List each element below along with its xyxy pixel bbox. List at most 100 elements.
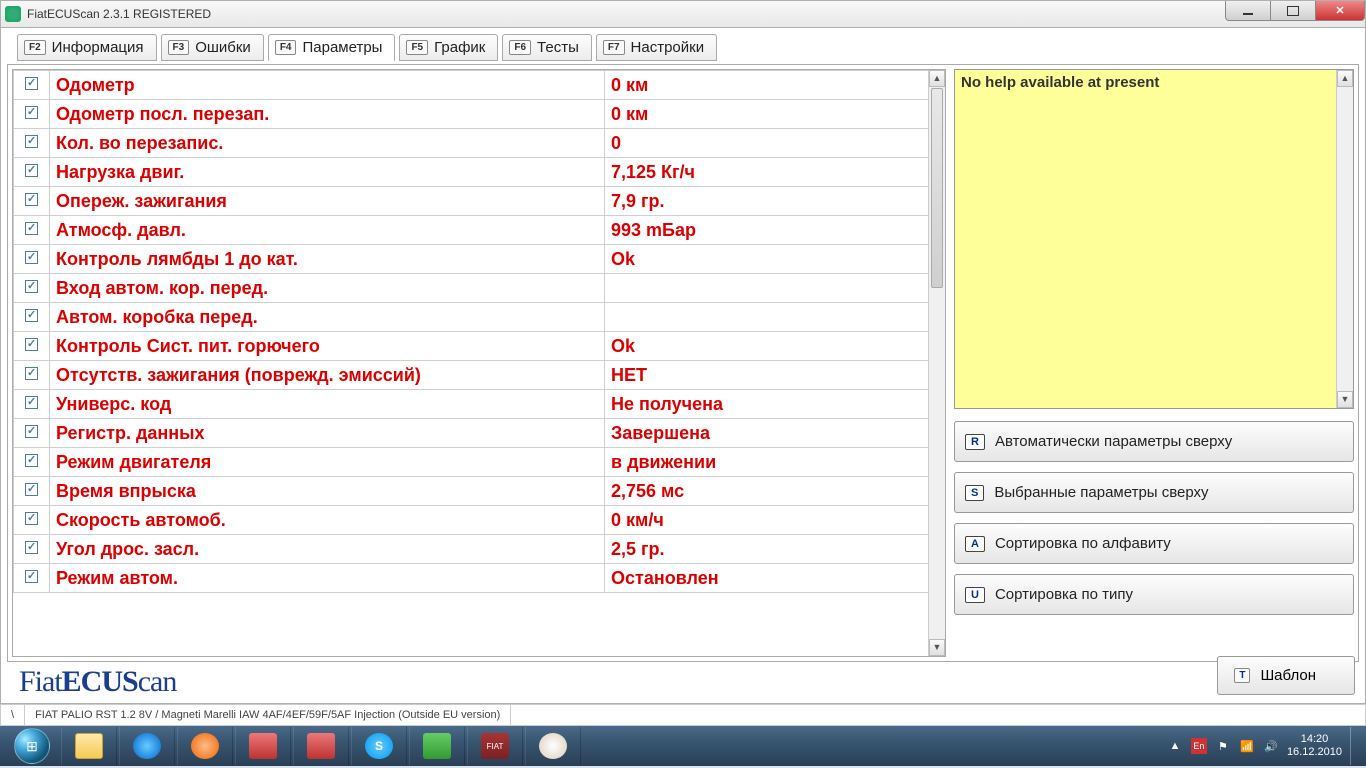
checkbox-icon[interactable]	[25, 164, 38, 177]
parameter-row[interactable]: Автом. коробка перед.	[14, 303, 945, 332]
checkbox-icon[interactable]	[25, 251, 38, 264]
parameter-row[interactable]: Режим двигателяв движении	[14, 448, 945, 477]
button-label: Сортировка по алфавиту	[995, 535, 1171, 552]
parameter-value: 0 км/ч	[605, 506, 945, 535]
start-button[interactable]: ⊞	[4, 726, 60, 766]
parameter-row[interactable]: Универс. кодНе получена	[14, 390, 945, 419]
parameter-name: Вход автом. кор. перед.	[50, 274, 605, 303]
tray-chevron-up-icon[interactable]: ▲	[1167, 738, 1183, 754]
windows-logo-icon: ⊞	[14, 728, 50, 764]
parameter-name: Режим двигателя	[50, 448, 605, 477]
tab-label: Тесты	[537, 39, 579, 56]
checkbox-icon[interactable]	[25, 222, 38, 235]
tray-clock[interactable]: 14:20 16.12.2010	[1287, 733, 1342, 759]
button-label: Сортировка по типу	[995, 586, 1133, 603]
parameter-row[interactable]: Одометр0 км	[14, 71, 945, 100]
taskbar-mediaplayer[interactable]	[177, 727, 233, 765]
checkbox-icon[interactable]	[25, 193, 38, 206]
scroll-up-icon[interactable]: ▲	[929, 70, 945, 87]
parameter-value: 993 mБар	[605, 216, 945, 245]
parameter-row[interactable]: Опереж. зажигания7,9 гр.	[14, 187, 945, 216]
parameter-row[interactable]: Вход автом. кор. перед.	[14, 274, 945, 303]
parameter-row[interactable]: Контроль Сист. пит. горючегоOk	[14, 332, 945, 361]
scroll-thumb[interactable]	[931, 88, 943, 288]
taskbar-skype[interactable]: S	[351, 727, 407, 765]
parameter-name: Режим автом.	[50, 564, 605, 593]
parameter-row[interactable]: Атмосф. давл.993 mБар	[14, 216, 945, 245]
status-bar: \ FIAT PALIO RST 1.2 8V / Magneti Marell…	[0, 704, 1366, 726]
status-vehicle: FIAT PALIO RST 1.2 8V / Magneti Marelli …	[25, 705, 511, 725]
sort-alpha-button[interactable]: A Сортировка по алфавиту	[954, 523, 1354, 564]
checkbox-icon[interactable]	[25, 570, 38, 583]
parameter-row[interactable]: Угол дрос. засл.2,5 гр.	[14, 535, 945, 564]
scroll-down-icon[interactable]: ▼	[1337, 391, 1353, 408]
tray-flag-icon[interactable]: ⚑	[1215, 738, 1231, 754]
show-desktop-button[interactable]	[1350, 727, 1360, 765]
checkbox-icon[interactable]	[25, 454, 38, 467]
parameter-value: НЕТ	[605, 361, 945, 390]
table-scrollbar[interactable]: ▲ ▼	[928, 70, 945, 656]
parameter-row[interactable]: Отсутств. зажигания (поврежд. эмиссий)НЕ…	[14, 361, 945, 390]
selected-params-top-button[interactable]: S Выбранные параметры сверху	[954, 472, 1354, 513]
parameter-row[interactable]: Контроль лямбды 1 до кат.Ok	[14, 245, 945, 274]
template-button[interactable]: T Шаблон	[1217, 656, 1355, 695]
fkey-label: F2	[24, 40, 46, 55]
parameter-row[interactable]: Нагрузка двиг.7,125 Кг/ч	[14, 158, 945, 187]
parameter-row[interactable]: Одометр посл. перезап.0 км	[14, 100, 945, 129]
parameter-row[interactable]: Регистр. данныхЗавершена	[14, 419, 945, 448]
parameter-row[interactable]: Время впрыска2,756 мс	[14, 477, 945, 506]
hotkey-label: U	[965, 587, 985, 603]
tray-lang-indicator[interactable]: En	[1191, 738, 1207, 754]
minimize-button[interactable]	[1225, 1, 1271, 21]
taskbar-explorer[interactable]	[61, 727, 117, 765]
parameter-name: Время впрыска	[50, 477, 605, 506]
close-button[interactable]: ✕	[1315, 1, 1365, 21]
checkbox-icon[interactable]	[25, 367, 38, 380]
checkbox-icon[interactable]	[25, 77, 38, 90]
tab-parameters[interactable]: F4 Параметры	[268, 34, 396, 61]
parameter-value: 2,756 мс	[605, 477, 945, 506]
auto-params-top-button[interactable]: R Автоматически параметры сверху	[954, 421, 1354, 462]
checkbox-icon[interactable]	[25, 512, 38, 525]
parameter-row[interactable]: Режим автом.Остановлен	[14, 564, 945, 593]
help-scrollbar[interactable]: ▲ ▼	[1336, 70, 1353, 408]
taskbar-toolbox1[interactable]	[235, 727, 291, 765]
parameter-name: Кол. во перезапис.	[50, 129, 605, 158]
tab-info[interactable]: F2 Информация	[17, 34, 157, 61]
tab-tests[interactable]: F6 Тесты	[502, 34, 592, 61]
parameter-name: Скорость автомоб.	[50, 506, 605, 535]
taskbar-fiat[interactable]: FIAT	[467, 727, 523, 765]
checkbox-icon[interactable]	[25, 541, 38, 554]
tab-settings[interactable]: F7 Настройки	[596, 34, 717, 61]
parameter-name: Нагрузка двиг.	[50, 158, 605, 187]
checkbox-icon[interactable]	[25, 396, 38, 409]
taskbar-toolbox2[interactable]	[293, 727, 349, 765]
tab-graph[interactable]: F5 График	[399, 34, 498, 61]
scroll-up-icon[interactable]: ▲	[1337, 70, 1353, 87]
checkbox-icon[interactable]	[25, 135, 38, 148]
taskbar-app1[interactable]	[409, 727, 465, 765]
checkbox-icon[interactable]	[25, 425, 38, 438]
tab-label: Настройки	[631, 39, 705, 56]
scroll-down-icon[interactable]: ▼	[929, 639, 945, 656]
taskbar-paint[interactable]	[525, 727, 581, 765]
taskbar-ie[interactable]	[119, 727, 175, 765]
maximize-button[interactable]	[1270, 1, 1316, 21]
tray-network-icon[interactable]: 📶	[1239, 738, 1255, 754]
sort-type-button[interactable]: U Сортировка по типу	[954, 574, 1354, 615]
hotkey-label: R	[965, 434, 985, 450]
parameters-table: Одометр0 кмОдометр посл. перезап.0 кмКол…	[13, 70, 945, 593]
parameter-value: Ok	[605, 332, 945, 361]
tab-errors[interactable]: F3 Ошибки	[161, 34, 264, 61]
checkbox-icon[interactable]	[25, 280, 38, 293]
parameter-value: 7,125 Кг/ч	[605, 158, 945, 187]
checkbox-icon[interactable]	[25, 106, 38, 119]
parameter-row[interactable]: Скорость автомоб.0 км/ч	[14, 506, 945, 535]
tray-volume-icon[interactable]: 🔊	[1263, 738, 1279, 754]
parameter-row[interactable]: Кол. во перезапис.0	[14, 129, 945, 158]
parameter-value: Не получена	[605, 390, 945, 419]
checkbox-icon[interactable]	[25, 309, 38, 322]
checkbox-icon[interactable]	[25, 483, 38, 496]
checkbox-icon[interactable]	[25, 338, 38, 351]
parameter-value: в движении	[605, 448, 945, 477]
